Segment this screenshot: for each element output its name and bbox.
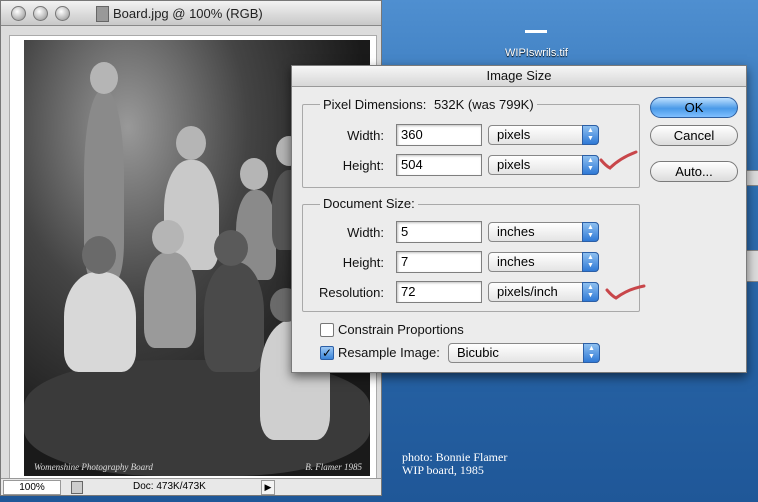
pixel-dimensions-label: Pixel Dimensions:: [323, 97, 427, 112]
cancel-button[interactable]: Cancel: [650, 125, 738, 146]
chevron-updown-icon: ▲ ▼: [582, 125, 599, 145]
pixel-height-unit-select[interactable]: pixels ▲ ▼: [488, 155, 599, 175]
person-head: [152, 220, 184, 254]
person-head: [176, 126, 206, 160]
auto-button[interactable]: Auto...: [650, 161, 738, 182]
constrain-proportions-label: Constrain Proportions: [338, 322, 464, 337]
doc-width-input[interactable]: 5: [396, 221, 482, 243]
file-icon: [525, 30, 548, 33]
resolution-label: Resolution:: [318, 285, 384, 300]
photo-caption: photo: Bonnie Flamer WIP board, 1985: [402, 451, 507, 477]
chevron-updown-icon: ▲ ▼: [582, 282, 599, 302]
document-info-icon[interactable]: [71, 481, 83, 494]
image-size-dialog: Image Size Pixel Dimensions: 532K (was 7…: [291, 65, 747, 373]
person-head: [240, 158, 268, 190]
doc-height-input[interactable]: 7: [396, 251, 482, 273]
resample-method-select[interactable]: Bicubic ▲ ▼: [448, 343, 600, 363]
person-figure: [204, 262, 264, 372]
document-proxy-icon[interactable]: [96, 6, 109, 22]
document-size-info: Doc: 473K/473K: [133, 481, 206, 492]
chevron-updown-icon: ▲ ▼: [582, 222, 599, 242]
pixel-width-label: Width:: [347, 128, 384, 143]
caption-line-2: WIP board, 1985: [402, 463, 484, 477]
person-figure: [144, 252, 196, 348]
status-menu-arrow-icon[interactable]: ▶: [261, 480, 275, 495]
doc-width-unit-value: inches: [497, 224, 535, 239]
doc-height-label: Height:: [342, 255, 384, 270]
pixel-dimensions-header: Pixel Dimensions: 532K (was 799K): [320, 97, 537, 112]
pixel-height-input[interactable]: 504: [396, 154, 482, 176]
resolution-input[interactable]: 72: [396, 281, 482, 303]
document-title: Board.jpg @ 100% (RGB): [113, 6, 263, 21]
photo-signature: B. Flamer 1985: [305, 462, 362, 472]
pixel-width-input[interactable]: 360: [396, 124, 482, 146]
pixel-dimensions-size: 532K (was 799K): [433, 97, 534, 112]
resample-image-label: Resample Image:: [338, 345, 440, 360]
ok-button[interactable]: OK: [650, 97, 738, 118]
resample-method-value: Bicubic: [457, 345, 499, 360]
minimize-button[interactable]: [33, 6, 48, 21]
document-size-label: Document Size:: [320, 196, 418, 211]
doc-height-unit-select[interactable]: inches ▲ ▼: [488, 252, 599, 272]
desktop-file-label: WIPIswrils.tif: [505, 47, 568, 59]
pixel-height-label: Height:: [342, 158, 384, 173]
person-head: [82, 236, 116, 274]
person-head: [214, 230, 248, 266]
constrain-proportions-checkbox[interactable]: [320, 323, 334, 337]
doc-height-unit-value: inches: [497, 254, 535, 269]
chevron-updown-icon: ▲ ▼: [583, 343, 600, 363]
zoom-level-field[interactable]: 100%: [3, 480, 61, 495]
pixel-width-unit-value: pixels: [497, 127, 531, 142]
chevron-updown-icon: ▲ ▼: [582, 252, 599, 272]
checkmark-annotation-icon: [605, 284, 646, 300]
resolution-unit-value: pixels/inch: [497, 284, 558, 299]
resample-image-checkbox[interactable]: ✓: [320, 346, 334, 360]
photo-inscription: Womenshine Photography Board: [34, 462, 153, 472]
doc-width-label: Width:: [347, 225, 384, 240]
desktop-file-icon[interactable]: WIPIswrils.tif: [505, 30, 568, 59]
document-titlebar[interactable]: Board.jpg @ 100% (RGB): [1, 1, 381, 26]
doc-width-unit-select[interactable]: inches ▲ ▼: [488, 222, 599, 242]
zoom-button[interactable]: [55, 6, 70, 21]
person-head: [90, 62, 118, 94]
pixel-width-unit-select[interactable]: pixels ▲ ▼: [488, 125, 599, 145]
resolution-unit-select[interactable]: pixels/inch ▲ ▼: [488, 282, 599, 302]
person-figure: [64, 272, 136, 372]
pixel-height-unit-value: pixels: [497, 157, 531, 172]
horizontal-scrollbar[interactable]: [277, 479, 381, 495]
checkmark-annotation-icon: [599, 150, 638, 170]
chevron-updown-icon: ▲ ▼: [582, 155, 599, 175]
dialog-title: Image Size: [292, 66, 746, 87]
close-button[interactable]: [11, 6, 26, 21]
